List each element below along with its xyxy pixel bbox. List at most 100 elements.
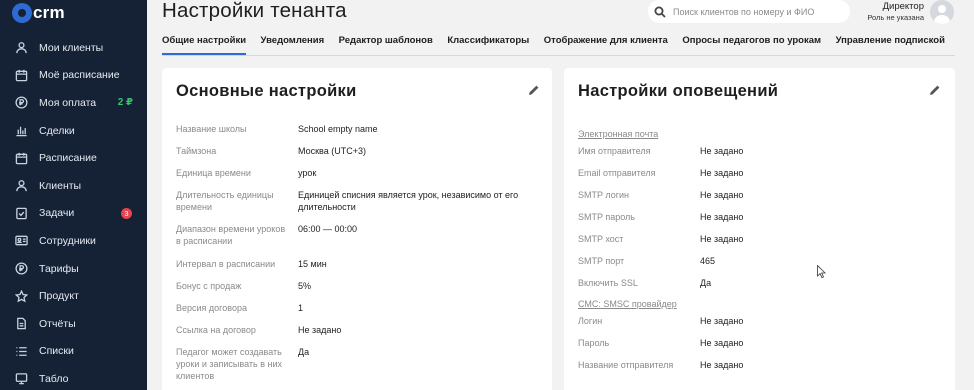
setting-row: SMTP порт 465 [578,255,880,267]
pencil-icon [930,85,940,95]
sidebar-item-label: Клиенты [39,179,82,192]
tab-classifiers[interactable]: Классификаторы [447,35,529,55]
setting-key: Включить SSL [578,278,638,288]
setting-key: Имя отправителя [578,146,651,156]
sidebar-item-staff[interactable]: Сотрудники [0,227,147,255]
email-section-link[interactable]: Электронная почта [578,129,658,139]
sidebar-item-reports[interactable]: Отчёты [0,310,147,338]
pencil-icon [529,85,539,95]
setting-key: SMTP логин [578,190,629,200]
setting-key: Длительность единицы времени [176,190,274,212]
setting-key: SMTP пароль [578,212,635,222]
setting-row: Единица времени урок [176,167,546,179]
sidebar-item-product[interactable]: Продукт [0,282,147,310]
sidebar-item-label: Отчёты [39,317,76,330]
sidebar-item-tariffs[interactable]: Тарифы [0,255,147,283]
sidebar-item-deals[interactable]: Сделки [0,117,147,145]
sidebar-item-label: Табло [39,372,69,385]
sidebar: crm Мои клиенты Моё расписание Моя оплат… [0,0,147,390]
setting-row: Версия договора 1 [176,302,546,314]
card-title: Настройки оповещений [578,82,779,100]
user-name: Директор [882,1,924,12]
star-icon [14,289,28,303]
logo-text: crm [33,3,65,22]
id-card-icon [14,234,28,248]
tab-notifications[interactable]: Уведомления [261,35,325,55]
sidebar-item-schedule[interactable]: Расписание [0,144,147,172]
edit-notification-settings-button[interactable] [929,83,943,97]
setting-row: Интервал в расписании 15 мин [176,258,546,270]
setting-row: Педагог может создавать уроки и записыва… [176,346,546,382]
setting-value: 465 [700,256,716,266]
setting-row: Длительность единицы времени Единицей сп… [176,189,546,213]
setting-key: Диапазон времени уроков в расписании [176,224,286,246]
setting-row: Пароль Не задано [578,337,880,349]
balance-value: 2 ₽ [117,97,133,109]
setting-value: 06:00 — 00:00 [298,224,358,234]
setting-row: SMTP пароль Не задано [578,211,880,223]
sidebar-item-label: Сотрудники [39,234,96,247]
sidebar-item-lists[interactable]: Списки [0,338,147,366]
tab-general-settings[interactable]: Общие настройки [162,35,247,55]
setting-key: Версия договора [176,303,247,313]
setting-value: урок [298,168,317,178]
setting-row: Включить SSL Да [578,277,880,289]
sidebar-nav: Мои клиенты Моё расписание Моя оплата 2 … [0,34,147,390]
board-icon [14,372,28,386]
setting-value: Не задано [700,338,744,348]
calendar-icon [14,68,28,82]
setting-row: Логин Не задано [578,315,880,327]
setting-key: Название школы [176,124,247,134]
tab-teacher-surveys[interactable]: Опросы педагогов по урокам [682,35,821,55]
setting-value: Не задано [700,168,744,178]
list-icon [14,344,28,358]
tab-template-editor[interactable]: Редактор шаблонов [339,35,433,55]
setting-key: Email отправителя [578,168,656,178]
user-info[interactable]: Директор Роль не указана [858,1,924,22]
sidebar-item-tasks[interactable]: Задачи 3 [0,200,147,228]
setting-row: Таймзона Москва (UTC+3) [176,145,546,157]
sidebar-item-label: Мои клиенты [39,41,104,54]
notification-settings-card: Настройки оповещений Электронная почта И… [564,68,955,390]
setting-key: Ссылка на договор [176,325,256,335]
setting-row: Бонус с продаж 5% [176,280,546,292]
sms-section-link[interactable]: СМС: SMSC провайдер [578,299,677,309]
setting-value: 15 мин [298,259,327,269]
setting-key: Единица времени [176,168,251,178]
sidebar-item-label: Задачи [39,207,75,220]
edit-main-settings-button[interactable] [528,83,542,97]
setting-key: Бонус с продаж [176,281,242,291]
sidebar-item-my-schedule[interactable]: Моё расписание [0,62,147,90]
sidebar-item-label: Списки [39,345,74,358]
setting-value: Москва (UTC+3) [298,146,366,156]
tab-subscription[interactable]: Управление подпиской [836,35,945,55]
setting-key: Педагог может создавать уроки и записыва… [176,347,282,381]
bar-chart-icon [14,124,28,138]
sidebar-item-label: Продукт [39,290,79,303]
setting-value: Да [700,278,712,288]
logo[interactable]: crm [12,2,65,24]
search-input[interactable] [673,6,843,17]
avatar[interactable] [930,0,954,24]
user-icon [14,179,28,193]
search-box[interactable] [648,0,850,23]
setting-key: Пароль [578,338,610,348]
document-icon [14,317,28,331]
card-title: Основные настройки [176,82,357,100]
sidebar-item-my-payment[interactable]: Моя оплата 2 ₽ [0,89,147,117]
sidebar-item-my-clients[interactable]: Мои клиенты [0,34,147,62]
setting-key: Интервал в расписании [176,259,276,269]
sidebar-item-label: Расписание [39,152,97,165]
user-icon [14,41,28,55]
setting-row: Email отправителя Не задано [578,167,880,179]
setting-value: 5% [298,281,312,291]
setting-value: School empty name [298,124,378,134]
setting-key: SMTP порт [578,256,625,266]
logo-icon [12,3,32,23]
setting-value: Не задано [700,212,744,222]
sidebar-item-label: Тарифы [39,262,79,275]
setting-value: Единицей списния является урок, независи… [298,190,519,212]
sidebar-item-clients[interactable]: Клиенты [0,172,147,200]
sidebar-item-board[interactable]: Табло [0,365,147,390]
tab-client-display[interactable]: Отображение для клиента [544,35,668,55]
